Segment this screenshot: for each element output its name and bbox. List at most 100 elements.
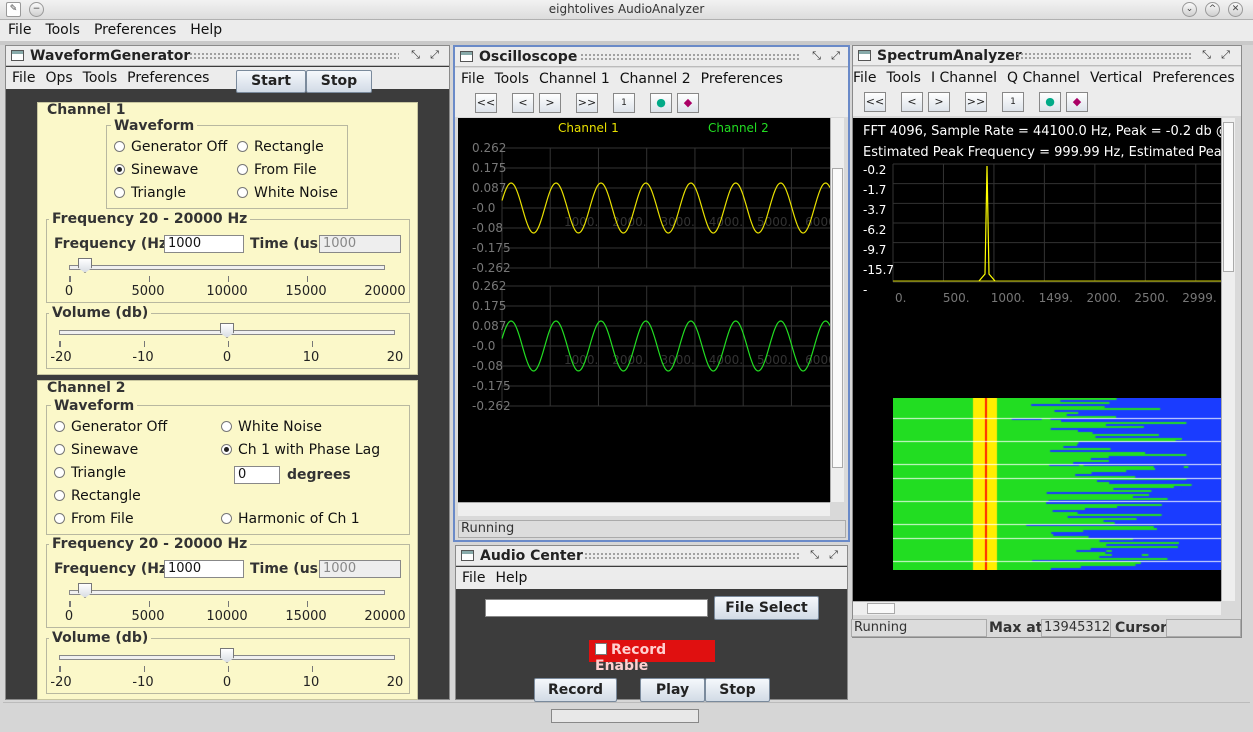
ch2-triangle-radio[interactable]: Triangle [54, 465, 126, 481]
single-button[interactable]: 1 [1002, 92, 1024, 112]
spec-menu-tools[interactable]: Tools [880, 67, 925, 86]
x-tick-label: 2000. [1087, 291, 1121, 305]
spec-menu-preferences[interactable]: Preferences [1146, 67, 1238, 86]
ch1-triangle-radio[interactable]: Triangle [114, 185, 186, 201]
record-enable-box[interactable] [595, 643, 607, 655]
osc-menu-preferences[interactable]: Preferences [695, 68, 787, 87]
ch1-volume-thumb[interactable] [220, 323, 234, 338]
next-button[interactable]: > [539, 93, 561, 113]
ch2-frequency-slider[interactable] [69, 590, 385, 595]
oscilloscope-title: Oscilloscope [479, 49, 578, 65]
marker2-button[interactable]: ◆ [677, 93, 699, 113]
waveform-menu-file[interactable]: File [6, 67, 39, 86]
spec-menu-q-channel[interactable]: Q Channel [1001, 67, 1084, 86]
menu-tools[interactable]: Tools [37, 20, 86, 38]
audio-menu-file[interactable]: File [456, 567, 489, 586]
x-tick-label: 1000. [564, 215, 598, 229]
last-page-button[interactable]: >> [965, 92, 987, 112]
y-tick-label: -0.08 [472, 221, 503, 235]
marker2-button[interactable]: ◆ [1066, 92, 1088, 112]
ch1-frequency-slider[interactable] [69, 265, 385, 270]
file-select-button[interactable]: File Select [714, 596, 819, 620]
ch1-generator-off-radio[interactable]: Generator Off [114, 139, 227, 155]
spec-menu-vertical[interactable]: Vertical [1084, 67, 1146, 86]
frame-icon [461, 550, 474, 561]
next-button[interactable]: > [928, 92, 950, 112]
audio-menu-help[interactable]: Help [489, 567, 531, 586]
marker1-button[interactable]: ● [1039, 92, 1061, 112]
ch1-sinewave-radio[interactable]: Sinewave [114, 162, 198, 178]
spectrum-plot-area[interactable]: FFT 4096, Sample Rate = 44100.0 Hz, Peak… [853, 118, 1221, 601]
maximize-icon[interactable]: ⤢ [1219, 49, 1232, 62]
ch2-volume-thumb[interactable] [220, 648, 234, 663]
ch1-frequency-input[interactable]: 1000 [164, 235, 244, 253]
ch2-phase-degrees-input[interactable]: 0 [234, 466, 280, 484]
ch2-frequency-input[interactable]: 1000 [164, 560, 244, 578]
ch2-phase-lag-radio[interactable]: Ch 1 with Phase Lag [221, 442, 380, 458]
menu-file[interactable]: File [0, 20, 37, 38]
first-page-button[interactable]: << [475, 93, 497, 113]
spec-horizontal-scrollbar[interactable] [853, 601, 1221, 615]
osc-menu-channel1[interactable]: Channel 1 [533, 68, 614, 87]
iconify-icon[interactable]: ⤡ [810, 50, 823, 63]
iconify-icon[interactable]: ⤡ [808, 549, 821, 562]
waveform-menu-preferences[interactable]: Preferences [121, 67, 213, 86]
osc-menu-tools[interactable]: Tools [488, 68, 533, 87]
last-page-button[interactable]: >> [576, 93, 598, 113]
first-page-button[interactable]: << [864, 92, 886, 112]
maximize-icon[interactable]: ⤢ [827, 549, 840, 562]
spec-menu-file[interactable]: File [853, 67, 880, 86]
ch2-volume-group: Volume (db) -20 -10 0 10 20 [46, 630, 410, 694]
osc-horizontal-scrollbar[interactable] [458, 502, 830, 516]
spectrum-menubar: File Tools I Channel Q Channel Vertical Prefe… [853, 67, 1241, 89]
spec-menu-i-channel[interactable]: I Channel [925, 67, 1001, 86]
prev-button[interactable]: < [901, 92, 923, 112]
start-button[interactable]: Start [236, 70, 306, 93]
maximize-icon[interactable]: ⤢ [829, 50, 842, 63]
ch1-rectangle-radio[interactable]: Rectangle [237, 139, 324, 155]
ch2-harmonic-radio[interactable]: Harmonic of Ch 1 [221, 511, 360, 527]
waveform-label: Waveform [111, 118, 198, 134]
menu-preferences[interactable]: Preferences [86, 20, 182, 38]
tick-label: 20000 [364, 609, 406, 624]
record-enable-checkbox[interactable]: Record Enable [589, 640, 715, 674]
ch2-rectangle-radio[interactable]: Rectangle [54, 488, 141, 504]
maximize-button[interactable]: ^ [1205, 2, 1220, 17]
waveform-menu-tools[interactable]: Tools [77, 67, 122, 86]
maximize-icon[interactable]: ⤢ [428, 49, 441, 62]
audio-stop-button[interactable]: Stop [705, 678, 770, 702]
single-button[interactable]: 1 [613, 93, 635, 113]
y-tick-label: 0.087 [472, 181, 506, 195]
ch1-white-noise-radio[interactable]: White Noise [237, 185, 338, 201]
ch2-frequency-thumb[interactable] [78, 583, 92, 598]
marker1-button[interactable]: ● [650, 93, 672, 113]
y-tick-label: -0.2 [863, 163, 886, 177]
ch2-generator-off-radio[interactable]: Generator Off [54, 419, 167, 435]
osc-vertical-scrollbar[interactable] [830, 118, 844, 502]
ch1-frequency-thumb[interactable] [78, 258, 92, 273]
osc-menu-channel2[interactable]: Channel 2 [614, 68, 695, 87]
ch2-white-noise-radio[interactable]: White Noise [221, 419, 322, 435]
channel1-legend: Channel 1 [558, 121, 619, 135]
osc-plot-area[interactable]: Channel 1 Channel 2 0.262 0.175 0.087 -0.0 -0.… [458, 118, 888, 502]
cursor-value [1166, 619, 1241, 637]
iconify-icon[interactable]: ⤡ [409, 49, 422, 62]
tick-label: -20 [50, 350, 72, 365]
oscilloscope-frame: Oscilloscope ⤡ ⤢ File Tools Channel 1 Chann… [453, 45, 888, 542]
ch2-from-file-radio[interactable]: From File [54, 511, 134, 527]
play-button[interactable]: Play [640, 678, 705, 702]
max-at-label: Max at: [989, 620, 1049, 636]
iconify-icon[interactable]: ⤡ [1200, 49, 1213, 62]
ch2-sinewave-radio[interactable]: Sinewave [54, 442, 138, 458]
stop-button[interactable]: Stop [306, 70, 372, 93]
ch1-from-file-radio[interactable]: From File [237, 162, 317, 178]
close-button[interactable]: ✕ [1228, 2, 1243, 17]
osc-menu-file[interactable]: File [455, 68, 488, 87]
audio-file-input[interactable] [485, 599, 708, 617]
waveform-menu-ops[interactable]: Ops [39, 67, 76, 86]
minimize-button[interactable]: ⌄ [1182, 2, 1197, 17]
menu-help[interactable]: Help [182, 20, 228, 38]
record-button[interactable]: Record [534, 678, 617, 702]
spec-vertical-scrollbar[interactable] [1221, 118, 1235, 601]
prev-button[interactable]: < [512, 93, 534, 113]
